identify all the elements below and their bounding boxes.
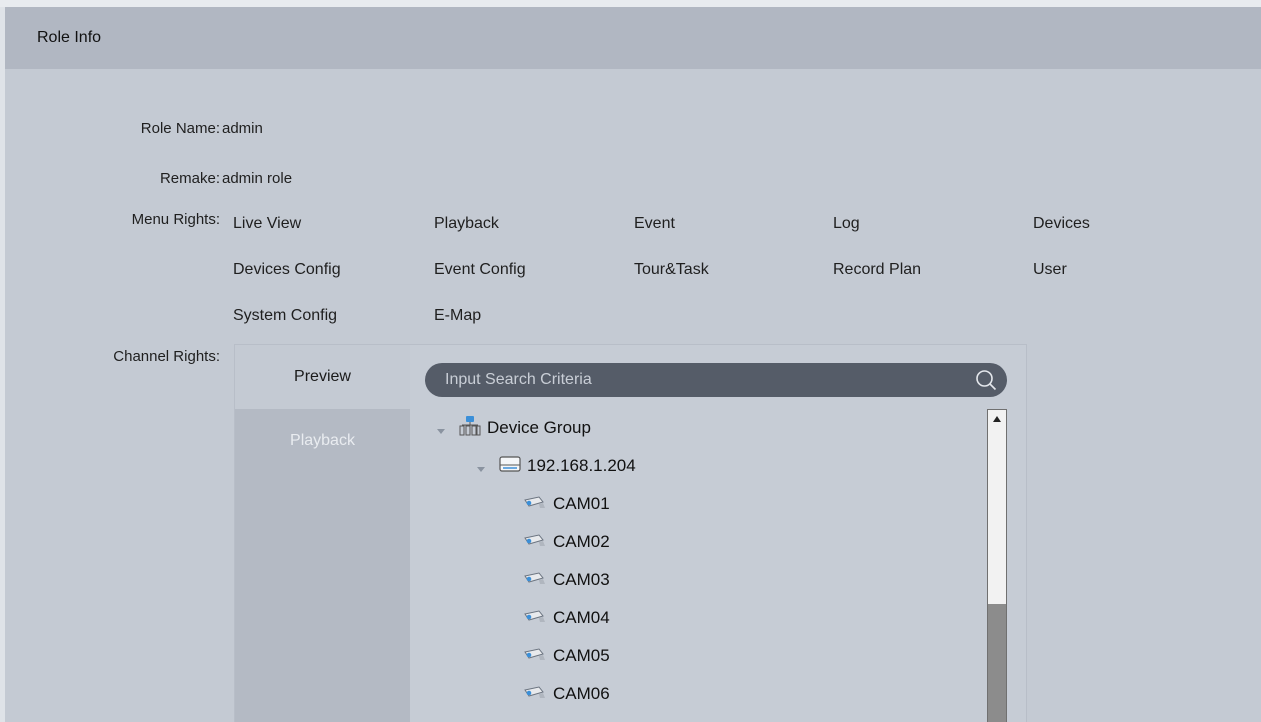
menu-rights-label: Menu Rights: bbox=[131, 211, 220, 228]
camera-icon bbox=[523, 646, 547, 667]
scroll-thumb[interactable] bbox=[988, 604, 1006, 722]
role-info-header: Role Info bbox=[5, 7, 1261, 69]
channel-rights-panel: Preview Playback Input Search Criteria D… bbox=[234, 344, 1027, 722]
tree-node-channel[interactable]: CAM03 bbox=[523, 561, 610, 599]
menu-right-user[interactable]: User bbox=[1033, 261, 1067, 279]
tree-node-label: Device Group bbox=[487, 418, 591, 437]
role-name-value: admin bbox=[222, 120, 263, 137]
channel-tabs: Preview Playback bbox=[235, 345, 410, 722]
expand-arrow-icon[interactable] bbox=[435, 422, 447, 434]
menu-right-e-map[interactable]: E-Map bbox=[434, 307, 481, 325]
tree-node-label: CAM04 bbox=[553, 608, 610, 627]
dvr-icon bbox=[499, 455, 521, 478]
tree-node-channel[interactable]: CAM06 bbox=[523, 675, 610, 713]
search-input[interactable] bbox=[445, 363, 965, 397]
tree-node-channel[interactable]: CAM02 bbox=[523, 523, 610, 561]
tree-node-label: CAM03 bbox=[553, 570, 610, 589]
tab-playback[interactable]: Playback bbox=[235, 409, 410, 473]
camera-icon bbox=[523, 494, 547, 515]
menu-right-live-view[interactable]: Live View bbox=[233, 215, 301, 233]
menu-right-record-plan[interactable]: Record Plan bbox=[833, 261, 921, 279]
top-border bbox=[0, 0, 1261, 7]
menu-right-event-config[interactable]: Event Config bbox=[434, 261, 526, 279]
menu-right-event[interactable]: Event bbox=[634, 215, 675, 233]
menu-right-devices[interactable]: Devices bbox=[1033, 215, 1090, 233]
tree-node-label: CAM01 bbox=[553, 494, 610, 513]
scroll-up-arrow-icon[interactable] bbox=[988, 410, 1006, 428]
tab-preview[interactable]: Preview bbox=[235, 345, 410, 409]
page-title: Role Info bbox=[37, 29, 102, 46]
search-box[interactable] bbox=[425, 363, 1007, 397]
device-group-icon bbox=[459, 415, 481, 441]
tree-node-label: CAM06 bbox=[553, 684, 610, 703]
camera-icon bbox=[523, 684, 547, 705]
tree-node-channel[interactable]: CAM05 bbox=[523, 637, 610, 675]
menu-right-system-config[interactable]: System Config bbox=[233, 307, 337, 325]
remake-value: admin role bbox=[222, 170, 293, 187]
role-info-page: Role Info Role Name: admin Remake: admin… bbox=[0, 0, 1261, 722]
tree-node-label: CAM02 bbox=[553, 532, 610, 551]
tree-node-label: CAM05 bbox=[553, 646, 610, 665]
tree-node-label: 192.168.1.204 bbox=[527, 456, 636, 475]
menu-right-log[interactable]: Log bbox=[833, 215, 860, 233]
tree-node-device-group[interactable]: Device Group bbox=[435, 409, 591, 447]
tree-node-channel[interactable]: CAM01 bbox=[523, 485, 610, 523]
tree-node-device[interactable]: 192.168.1.204 bbox=[475, 447, 636, 485]
tree-scrollbar[interactable] bbox=[987, 409, 1007, 722]
channel-rights-label: Channel Rights: bbox=[113, 348, 220, 365]
menu-right-tour-task[interactable]: Tour&Task bbox=[634, 261, 709, 279]
search-icon[interactable] bbox=[975, 369, 997, 391]
camera-icon bbox=[523, 532, 547, 553]
expand-arrow-icon[interactable] bbox=[475, 460, 487, 472]
camera-icon bbox=[523, 570, 547, 591]
role-name-label: Role Name: bbox=[140, 120, 220, 137]
camera-icon bbox=[523, 608, 547, 629]
remake-label: Remake: bbox=[159, 170, 220, 187]
channel-tree: Device Group 192.168.1.204 CAM01 CAM02 C… bbox=[425, 405, 985, 722]
menu-right-devices-config[interactable]: Devices Config bbox=[233, 261, 341, 279]
tree-node-channel[interactable]: CAM04 bbox=[523, 599, 610, 637]
menu-right-playback[interactable]: Playback bbox=[434, 215, 499, 233]
